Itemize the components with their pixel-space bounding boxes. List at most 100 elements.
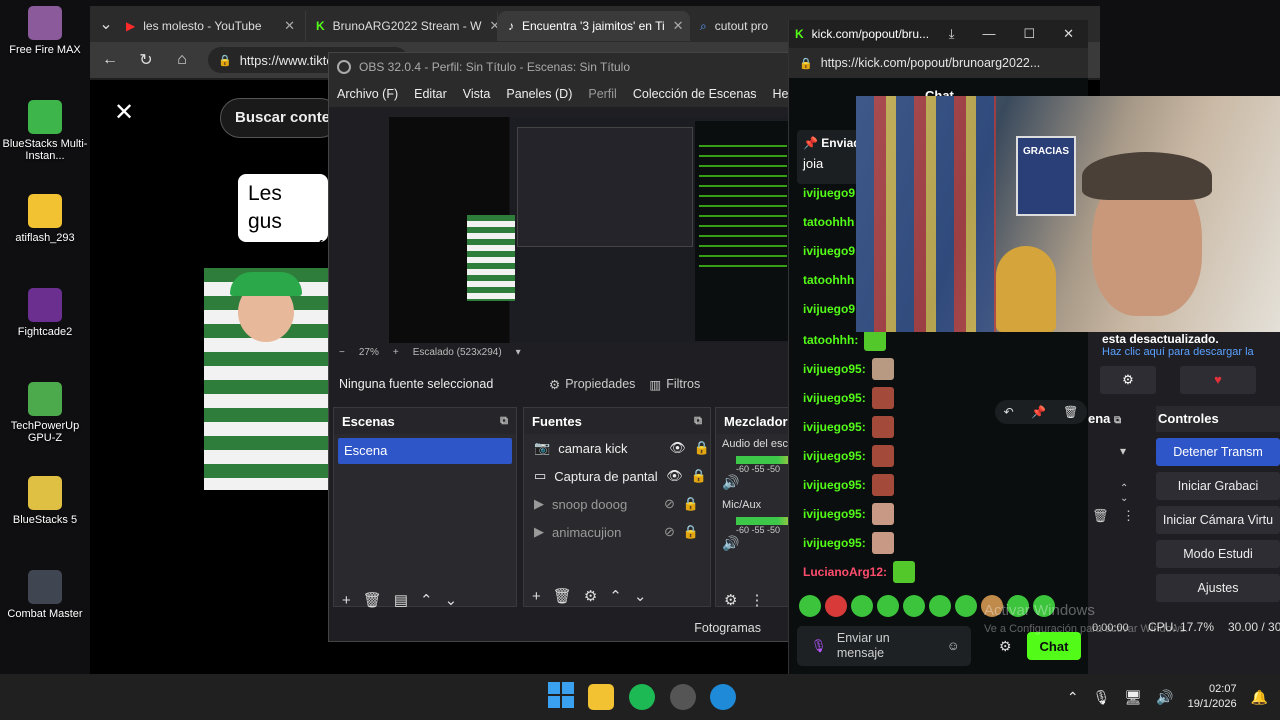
file-explorer-icon[interactable] [588,684,614,710]
move-down-icon[interactable]: ⌄ [445,591,458,609]
chat-settings-icon[interactable]: ⚙ [999,638,1012,655]
close-icon[interactable]: ✕ [673,18,684,34]
chat-message[interactable]: tatoohhh: [803,329,887,351]
network-icon[interactable]: 🖥 [1124,689,1142,706]
stop-stream-button[interactable]: Detener Transm [1156,438,1280,466]
add-icon[interactable]: + [532,588,541,605]
desktop-icon-bluestacks5[interactable]: BlueStacks 5 [0,476,90,526]
start-virtual-camera-button[interactable]: Iniciar Cámara Virtu [1156,506,1280,534]
obs-preview[interactable] [389,117,791,343]
gear-icon[interactable]: ⚙ [584,587,597,605]
zoom-in-icon[interactable]: + [393,347,399,358]
obs-taskbar-icon[interactable] [670,684,696,710]
close-icon[interactable]: ✕ [489,18,497,34]
emote-icon[interactable] [903,595,925,617]
chat-message[interactable]: tatoohhh [803,215,854,229]
tiktok-search-input[interactable]: Buscar conte [220,98,340,138]
notification-bell-icon[interactable]: 🔔 [1251,689,1268,706]
eye-icon[interactable]: 👁 [666,468,683,484]
source-row[interactable]: ▶ animacujion ⊘ 🔒 [524,518,710,546]
emote-icon[interactable] [929,595,951,617]
tab-cutout[interactable]: ⌕ cutout pro [690,11,790,41]
speaker-icon[interactable]: 🔊 [1156,689,1173,706]
desktop-icon-free-fire[interactable]: Free Fire MAX [0,6,90,56]
scene-filter-icon[interactable]: ▤ [394,591,408,609]
chat-message[interactable]: ivijuego95: [803,503,894,525]
trash-icon[interactable]: 🗑 [553,587,572,605]
trash-icon[interactable]: 🗑 [1092,508,1109,524]
source-row[interactable]: ▭ Captura de pantal 👁 🔒 [524,462,710,490]
trash-icon[interactable]: 🗑 [363,591,382,609]
menu-perfil[interactable]: Perfil [588,87,616,101]
chat-message[interactable]: ivijuego95: [803,532,894,554]
reload-icon[interactable]: ↻ [136,50,156,70]
minimize-icon[interactable]: — [982,26,995,42]
eye-hidden-icon[interactable]: ⊘ [664,524,675,540]
chat-message[interactable]: ivijuego95: [803,445,894,467]
menu-editar[interactable]: Editar [414,87,447,101]
add-icon[interactable]: + [342,592,351,609]
chat-message[interactable]: ivijuego95: [803,358,894,380]
tab-kick-stream[interactable]: K BrunoARG2022 Stream - W ✕ [306,11,498,41]
volume-icon[interactable]: 🔊 [716,535,791,552]
menu-vista[interactable]: Vista [463,87,491,101]
scene-item[interactable]: Escena [338,438,512,464]
chat-message[interactable]: ivijuego9 [803,244,855,258]
update-link[interactable]: Haz clic aquí para descargar la [1102,346,1254,358]
lock-icon[interactable]: 🔒 [691,468,707,484]
chat-message[interactable]: ivijuego95: [803,416,894,438]
download-icon[interactable]: ⤓ [949,26,955,42]
lock-icon[interactable]: 🔒 [683,496,699,512]
emote-icon[interactable] [877,595,899,617]
emote-icon[interactable] [955,595,977,617]
desktop-icon-gpuz[interactable]: TechPowerUp GPU-Z [0,382,90,444]
properties-button[interactable]: ⚙ Propiedades [549,377,635,392]
clock[interactable]: 02:07 19/1/2026 [1188,682,1237,712]
undock-icon[interactable]: ⧉ [1114,415,1121,426]
home-icon[interactable]: ⌂ [172,51,192,69]
desktop-icon-atiflash[interactable]: atiflash_293 [0,194,90,244]
zoom-out-icon[interactable]: − [339,347,345,358]
desktop-icon-fightcade[interactable]: Fightcade2 [0,288,90,338]
menu-herramientas[interactable]: Herram [773,87,789,101]
maximize-icon[interactable]: ☐ [1023,26,1035,42]
duration-stepper[interactable]: ⌃ ⌄ [1120,484,1128,504]
close-icon[interactable]: ✕ [284,18,295,34]
back-icon[interactable]: ← [100,51,120,69]
eye-hidden-icon[interactable]: ⊘ [664,496,675,512]
lock-icon[interactable]: 🔒 [694,440,710,456]
move-up-icon[interactable]: ⌃ [420,591,433,609]
reply-icon[interactable]: ↶ [1004,405,1014,419]
chat-input[interactable]: 🎙 Enviar un mensaje ☺ [797,626,971,666]
move-down-icon[interactable]: ⌄ [634,587,647,605]
emote-icon[interactable] [851,595,873,617]
mic-icon[interactable]: 🎙 [811,639,827,654]
emoji-icon[interactable]: ☺ [947,639,960,653]
chat-message[interactable]: ivijuego9 [803,186,855,200]
source-row[interactable]: ▶ snoop dooog ⊘ 🔒 [524,490,710,518]
chat-message[interactable]: ivijuego9 [803,302,855,316]
settings-button[interactable]: Ajustes [1156,574,1280,602]
scenes-tab[interactable]: ena ⧉ [1088,406,1154,432]
close-page-icon[interactable]: ✕ [114,98,134,127]
source-row[interactable]: 📷 camara kick 👁 🔒 [524,434,710,462]
desktop-icon-combat-master[interactable]: Combat Master [0,570,90,620]
chat-message[interactable]: LucianoArg12: [803,561,916,583]
chat-message[interactable]: ivijuego95: [803,387,894,409]
tab-youtube[interactable]: ▶ les molesto - YouTube ✕ [116,11,306,41]
more-icon[interactable]: ⋮ [1122,508,1135,524]
undock-icon[interactable]: ⧉ [694,415,702,428]
chat-message[interactable]: ivijuego95: [803,474,894,496]
pin-icon[interactable]: 📌 [1031,405,1046,419]
transition-dropdown-icon[interactable]: ▾ [1120,444,1126,458]
more-icon[interactable]: ⋮ [749,591,764,609]
filters-button[interactable]: ▥ Filtros [649,377,700,392]
settings-gear-button[interactable]: ⚙ [1100,366,1156,394]
mic-icon[interactable]: 🎙 [1093,689,1111,706]
studio-mode-button[interactable]: Modo Estudi [1156,540,1280,568]
start-button[interactable] [548,682,574,708]
menu-paneles[interactable]: Paneles (D) [506,87,572,101]
spotify-icon[interactable] [629,684,655,710]
volume-icon[interactable]: 🔊 [716,474,791,491]
tray-overflow-icon[interactable]: ⌃ [1067,689,1079,706]
